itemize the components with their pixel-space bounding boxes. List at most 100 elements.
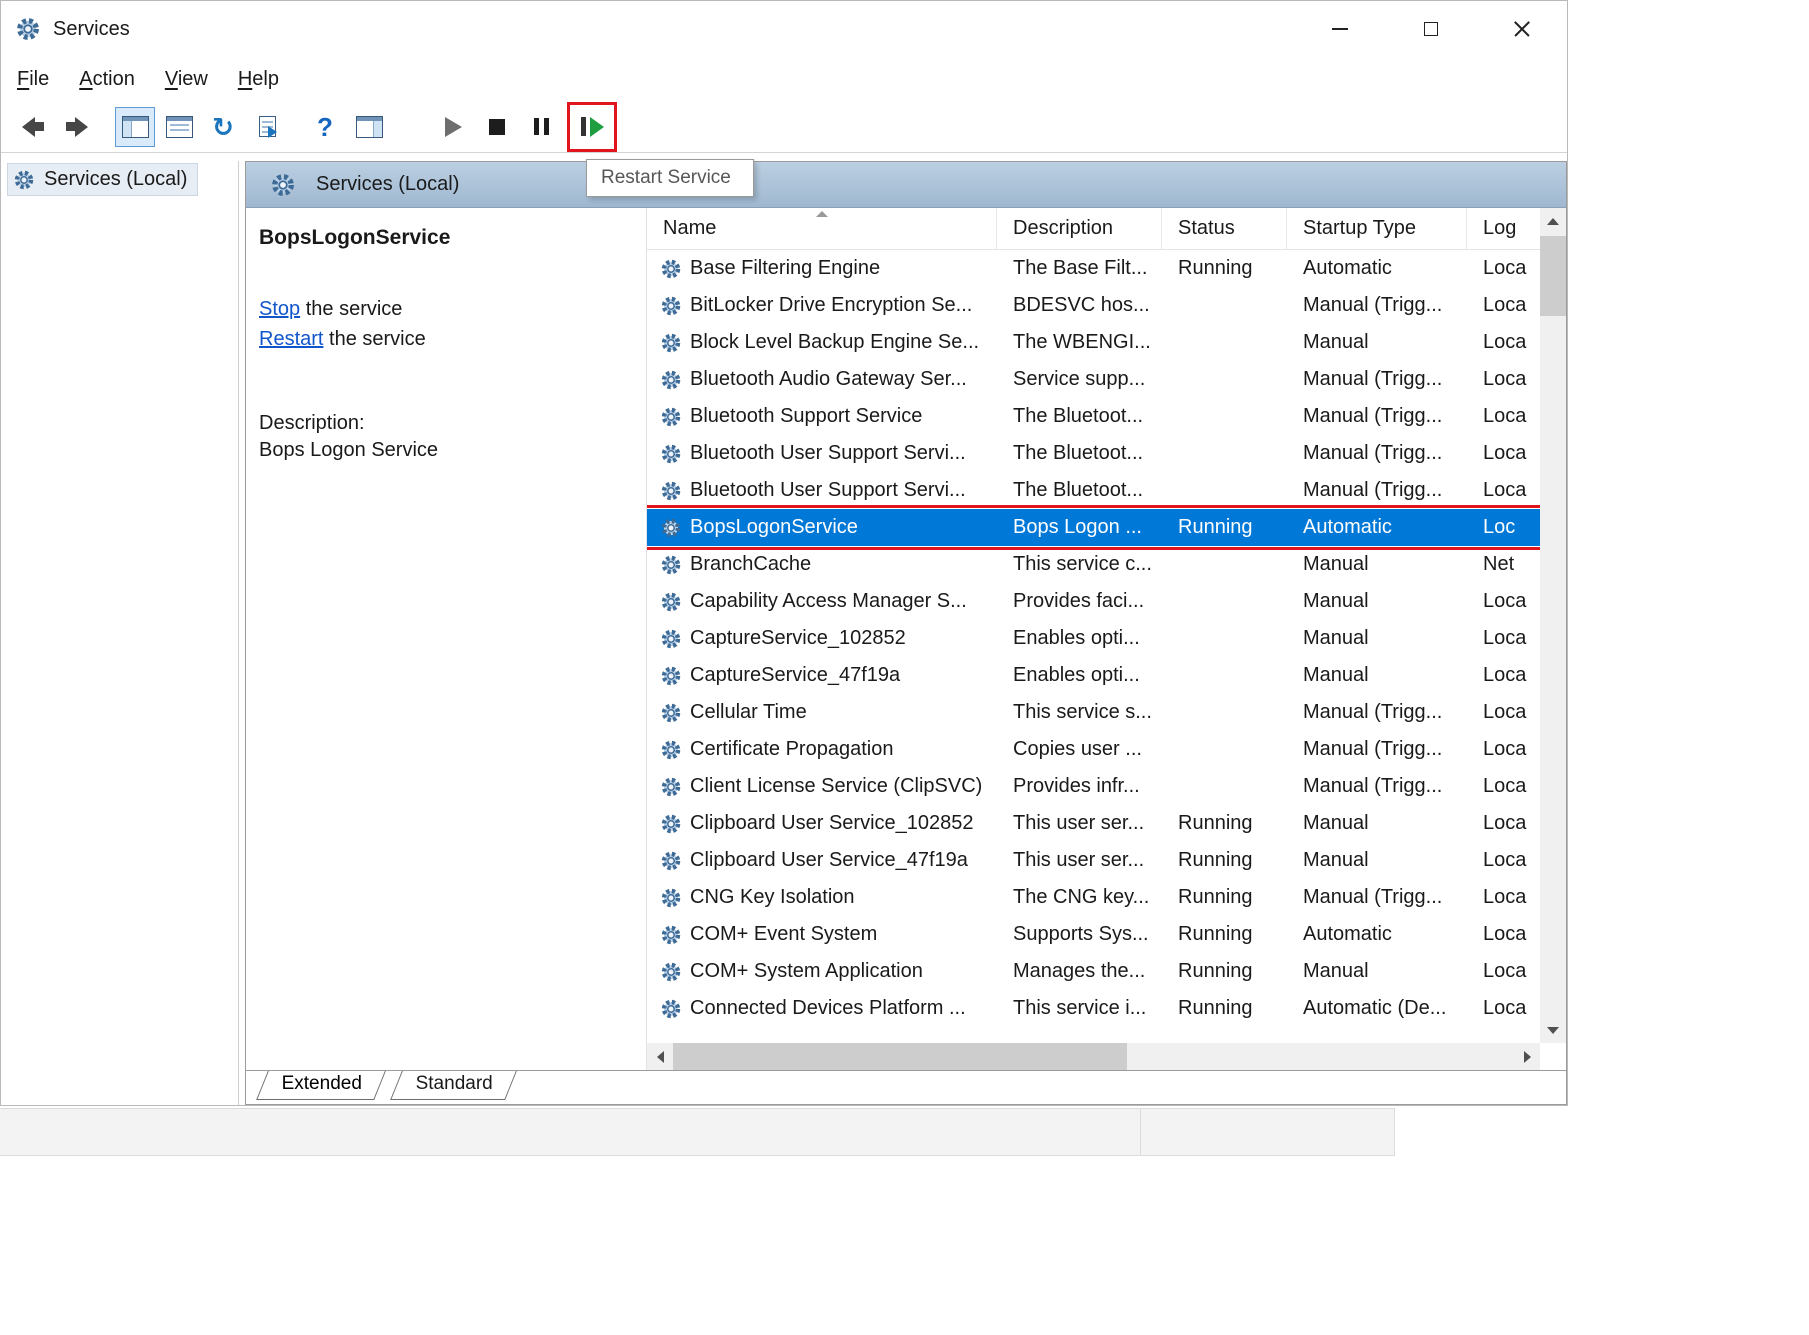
close-button[interactable] <box>1476 1 1567 57</box>
service-startup-type: Manual (Trigg... <box>1287 479 1467 502</box>
service-name: Certificate Propagation <box>690 738 893 761</box>
horizontal-scroll-thumb[interactable] <box>673 1043 1127 1070</box>
service-name: CaptureService_47f19a <box>690 664 900 687</box>
service-name-cell: BitLocker Drive Encryption Se... <box>647 294 997 317</box>
vertical-scroll-track[interactable] <box>1540 234 1566 1017</box>
service-description: The Bluetoot... <box>997 405 1162 428</box>
service-name: BranchCache <box>690 553 811 576</box>
service-startup-type: Manual <box>1287 553 1467 576</box>
service-row[interactable]: Cellular TimeThis service s...Manual (Tr… <box>647 694 1540 731</box>
service-status: Running <box>1162 997 1287 1020</box>
service-name: Clipboard User Service_47f19a <box>690 849 968 872</box>
service-row[interactable]: CaptureService_47f19aEnables opti...Manu… <box>647 657 1540 694</box>
services-pane: Services (Local) BopsLogonService Stop t… <box>245 161 1567 1105</box>
service-row[interactable]: Bluetooth User Support Servi...The Bluet… <box>647 472 1540 509</box>
title-bar: Services <box>1 1 1567 57</box>
service-row[interactable]: COM+ Event SystemSupports Sys...RunningA… <box>647 916 1540 953</box>
service-row[interactable]: Certificate PropagationCopies user ...Ma… <box>647 731 1540 768</box>
restart-service-button[interactable] <box>572 107 612 147</box>
service-row[interactable]: Block Level Backup Engine Se...The WBENG… <box>647 324 1540 361</box>
service-row[interactable]: Base Filtering EngineThe Base Filt...Run… <box>647 250 1540 287</box>
maximize-button[interactable] <box>1385 1 1476 57</box>
service-gear-icon <box>660 850 682 872</box>
service-row[interactable]: COM+ System ApplicationManages the...Run… <box>647 953 1540 990</box>
service-name-cell: Base Filtering Engine <box>647 257 997 280</box>
scroll-right-arrow[interactable] <box>1514 1043 1540 1070</box>
forward-arrow-icon <box>66 117 88 137</box>
vertical-scroll-thumb[interactable] <box>1540 236 1566 316</box>
services-window: Services File Action View Help <box>0 0 1568 1106</box>
column-header-status[interactable]: Status <box>1162 208 1287 249</box>
service-description: This service s... <box>997 701 1162 724</box>
service-log-on-as: Loca <box>1467 812 1540 835</box>
service-gear-icon <box>660 887 682 909</box>
service-row[interactable]: Bluetooth User Support Servi...The Bluet… <box>647 435 1540 472</box>
service-row[interactable]: Bluetooth Support ServiceThe Bluetoot...… <box>647 398 1540 435</box>
column-header-log[interactable]: Log <box>1467 208 1540 249</box>
service-name: Base Filtering Engine <box>690 257 880 280</box>
service-startup-type: Manual (Trigg... <box>1287 886 1467 909</box>
scroll-down-arrow[interactable] <box>1540 1017 1566 1043</box>
service-row[interactable]: Client License Service (ClipSVC)Provides… <box>647 768 1540 805</box>
service-name: Capability Access Manager S... <box>690 590 967 613</box>
service-row[interactable]: CNG Key IsolationThe CNG key...RunningMa… <box>647 879 1540 916</box>
service-row[interactable]: Capability Access Manager S... Provides f… <box>647 583 1540 620</box>
column-header-startup-type[interactable]: Startup Type <box>1287 208 1467 249</box>
column-header-label: Description <box>1013 217 1113 240</box>
help-icon: ? <box>317 114 333 140</box>
service-name: BopsLogonService <box>690 516 858 539</box>
menu-action[interactable]: Action <box>79 68 135 91</box>
menu-help[interactable]: Help <box>238 68 279 91</box>
tab-extended[interactable]: Extended <box>256 1071 386 1100</box>
properties-button[interactable] <box>159 107 199 147</box>
help-button[interactable]: ? <box>305 107 345 147</box>
service-row[interactable]: Clipboard User Service_47f19aThis user s… <box>647 842 1540 879</box>
service-name: Clipboard User Service_102852 <box>690 812 974 835</box>
minimize-button[interactable] <box>1294 1 1385 57</box>
scroll-left-arrow[interactable] <box>647 1043 673 1070</box>
service-startup-type: Manual <box>1287 590 1467 613</box>
stop-service-link[interactable]: Stop <box>259 298 300 320</box>
services-list-area: Name Description StatusStartup TypeLog Bas… <box>646 208 1566 1070</box>
tab-standard[interactable]: Standard <box>390 1071 517 1100</box>
restart-service-link[interactable]: Restart <box>259 328 323 350</box>
menu-view[interactable]: View <box>165 68 208 91</box>
scroll-up-arrow[interactable] <box>1540 208 1566 234</box>
start-service-button[interactable] <box>433 107 473 147</box>
service-description: Provides faci... <box>997 590 1162 613</box>
back-button[interactable] <box>13 107 53 147</box>
column-header-description[interactable]: Description <box>997 208 1162 249</box>
horizontal-scrollbar[interactable] <box>647 1043 1540 1070</box>
service-description: This user ser... <box>997 812 1162 835</box>
restart-service-line: Restart the service <box>259 324 636 354</box>
service-row[interactable]: Connected Devices Platform ...This servi… <box>647 990 1540 1027</box>
service-row[interactable]: BranchCacheThis service c...ManualNet <box>647 546 1540 583</box>
service-row[interactable]: BitLocker Drive Encryption Se...BDESVC h… <box>647 287 1540 324</box>
service-log-on-as: Loca <box>1467 627 1540 650</box>
vertical-scrollbar[interactable] <box>1540 208 1566 1043</box>
service-row[interactable]: Clipboard User Service_102852 This user s… <box>647 805 1540 842</box>
service-gear-icon <box>660 480 682 502</box>
service-row[interactable]: Bluetooth Audio Gateway Ser...Service su… <box>647 361 1540 398</box>
restart-icon <box>581 117 604 137</box>
stop-service-button[interactable] <box>477 107 517 147</box>
service-gear-icon <box>660 739 682 761</box>
service-name-cell: Bluetooth User Support Servi... <box>647 479 997 502</box>
column-header-name[interactable]: Name <box>647 208 997 249</box>
show-action-pane-button[interactable] <box>349 107 389 147</box>
service-row[interactable]: CaptureService_102852Enables opti...Manu… <box>647 620 1540 657</box>
forward-button[interactable] <box>57 107 97 147</box>
service-row-selected[interactable]: BopsLogonServiceBops Logon ...RunningAut… <box>647 509 1540 546</box>
tree-item-services-local[interactable]: Services (Local) <box>7 163 198 196</box>
show-console-tree-button[interactable] <box>115 107 155 147</box>
export-list-button[interactable] <box>247 107 287 147</box>
horizontal-scroll-track[interactable] <box>673 1043 1514 1070</box>
service-gear-icon <box>660 554 682 576</box>
menu-file[interactable]: File <box>17 68 49 91</box>
service-status: Running <box>1162 886 1287 909</box>
service-startup-type: Manual <box>1287 627 1467 650</box>
service-gear-icon <box>660 332 682 354</box>
pause-service-button[interactable] <box>521 107 561 147</box>
refresh-button[interactable]: ↻ <box>203 107 243 147</box>
console-tree-icon <box>122 116 149 138</box>
